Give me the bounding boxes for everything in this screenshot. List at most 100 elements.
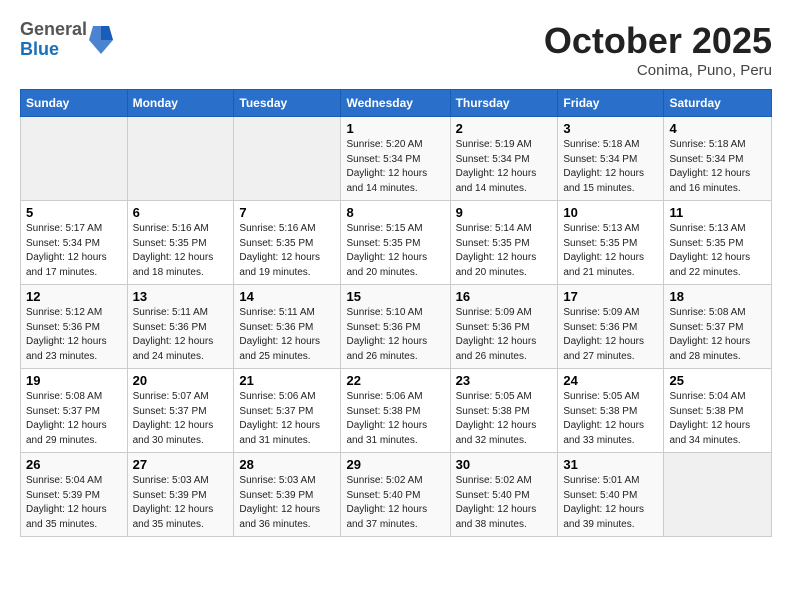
day-info: Sunrise: 5:16 AMSunset: 5:35 PMDaylight:… (239, 222, 335, 280)
day-info: Sunrise: 5:05 AMSunset: 5:38 PMDaylight:… (563, 390, 658, 448)
logo-text: General Blue (20, 20, 87, 60)
logo-general: General (20, 20, 87, 40)
calendar-cell: 6 Sunrise: 5:16 AMSunset: 5:35 PMDaylight… (127, 201, 234, 285)
day-info: Sunrise: 5:09 AMSunset: 5:36 PMDaylight:… (456, 306, 553, 364)
title-block: October 2025 Conima, Puno, Peru (544, 20, 772, 79)
calendar-cell: 10 Sunrise: 5:13 AMSunset: 5:35 PMDayligh… (558, 201, 664, 285)
day-info: Sunrise: 5:06 AMSunset: 5:37 PMDaylight:… (239, 390, 335, 448)
day-info: Sunrise: 5:06 AMSunset: 5:38 PMDaylight:… (346, 390, 444, 448)
calendar-week-3: 12Sunrise: 5:12 AMSunset: 5:36 PMDayligh… (21, 285, 772, 369)
day-number: 25 (669, 373, 766, 388)
day-info: Sunrise: 5:02 AMSunset: 5:40 PMDaylight:… (346, 474, 444, 532)
calendar-week-5: 26 Sunrise: 5:04 AMSunset: 5:39 PMDayligh… (21, 453, 772, 537)
day-info: Sunrise: 5:04 AMSunset: 5:39 PMDaylight:… (26, 474, 122, 532)
day-info: Sunrise: 5:11 AMSunset: 5:36 PMDaylight:… (239, 306, 335, 364)
day-number: 13 (133, 289, 229, 304)
day-number: 17 (563, 289, 658, 304)
col-thursday: Thursday (450, 90, 558, 117)
col-friday: Friday (558, 90, 664, 117)
calendar-week-1: 1Sunrise: 5:20 AMSunset: 5:34 PMDaylight… (21, 117, 772, 201)
day-info: Sunrise: 5:13 AMSunset: 5:35 PMDaylight:… (563, 222, 658, 280)
day-number: 10 (563, 205, 658, 220)
day-number: 16 (456, 289, 553, 304)
calendar-cell (234, 117, 341, 201)
calendar-cell: 4Sunrise: 5:18 AMSunset: 5:34 PMDaylight… (664, 117, 772, 201)
header-row: Sunday Monday Tuesday Wednesday Thursday… (21, 90, 772, 117)
day-info: Sunrise: 5:07 AMSunset: 5:37 PMDaylight:… (133, 390, 229, 448)
calendar-cell: 5 Sunrise: 5:17 AMSunset: 5:34 PMDaylight… (21, 201, 128, 285)
day-info: Sunrise: 5:04 AMSunset: 5:38 PMDaylight:… (669, 390, 766, 448)
day-info: Sunrise: 5:08 AMSunset: 5:37 PMDaylight:… (669, 306, 766, 364)
calendar-cell: 1Sunrise: 5:20 AMSunset: 5:34 PMDaylight… (341, 117, 450, 201)
day-info: Sunrise: 5:14 AMSunset: 5:35 PMDaylight:… (456, 222, 553, 280)
calendar-cell: 9 Sunrise: 5:14 AMSunset: 5:35 PMDaylight… (450, 201, 558, 285)
logo-blue: Blue (20, 40, 87, 60)
day-info: Sunrise: 5:19 AMSunset: 5:34 PMDaylight:… (456, 138, 553, 196)
calendar-cell: 12Sunrise: 5:12 AMSunset: 5:36 PMDayligh… (21, 285, 128, 369)
col-monday: Monday (127, 90, 234, 117)
day-number: 31 (563, 457, 658, 472)
calendar-cell: 20Sunrise: 5:07 AMSunset: 5:37 PMDayligh… (127, 369, 234, 453)
calendar-cell: 23Sunrise: 5:05 AMSunset: 5:38 PMDayligh… (450, 369, 558, 453)
calendar-body: 1Sunrise: 5:20 AMSunset: 5:34 PMDaylight… (21, 117, 772, 537)
calendar-cell: 22 Sunrise: 5:06 AMSunset: 5:38 PMDayligh… (341, 369, 450, 453)
calendar-cell: 30 Sunrise: 5:02 AMSunset: 5:40 PMDayligh… (450, 453, 558, 537)
col-saturday: Saturday (664, 90, 772, 117)
calendar-cell: 27 Sunrise: 5:03 AMSunset: 5:39 PMDayligh… (127, 453, 234, 537)
day-number: 4 (669, 121, 766, 136)
day-number: 7 (239, 205, 335, 220)
day-number: 21 (239, 373, 335, 388)
day-number: 6 (133, 205, 229, 220)
calendar-cell: 14 Sunrise: 5:11 AMSunset: 5:36 PMDayligh… (234, 285, 341, 369)
day-info: Sunrise: 5:03 AMSunset: 5:39 PMDaylight:… (239, 474, 335, 532)
day-number: 5 (26, 205, 122, 220)
day-number: 8 (346, 205, 444, 220)
day-number: 26 (26, 457, 122, 472)
calendar-cell: 29Sunrise: 5:02 AMSunset: 5:40 PMDayligh… (341, 453, 450, 537)
day-number: 3 (563, 121, 658, 136)
day-info: Sunrise: 5:16 AMSunset: 5:35 PMDaylight:… (133, 222, 229, 280)
calendar-cell: 28 Sunrise: 5:03 AMSunset: 5:39 PMDayligh… (234, 453, 341, 537)
day-info: Sunrise: 5:02 AMSunset: 5:40 PMDaylight:… (456, 474, 553, 532)
calendar-week-4: 19Sunrise: 5:08 AMSunset: 5:37 PMDayligh… (21, 369, 772, 453)
day-info: Sunrise: 5:03 AMSunset: 5:39 PMDaylight:… (133, 474, 229, 532)
calendar-cell: 3 Sunrise: 5:18 AMSunset: 5:34 PMDaylight… (558, 117, 664, 201)
calendar-cell: 2 Sunrise: 5:19 AMSunset: 5:34 PMDaylight… (450, 117, 558, 201)
day-info: Sunrise: 5:13 AMSunset: 5:35 PMDaylight:… (669, 222, 766, 280)
calendar-cell: 11 Sunrise: 5:13 AMSunset: 5:35 PMDayligh… (664, 201, 772, 285)
day-number: 28 (239, 457, 335, 472)
day-number: 14 (239, 289, 335, 304)
day-info: Sunrise: 5:10 AMSunset: 5:36 PMDaylight:… (346, 306, 444, 364)
day-number: 2 (456, 121, 553, 136)
day-number: 9 (456, 205, 553, 220)
location: Conima, Puno, Peru (544, 62, 772, 79)
calendar-table: Sunday Monday Tuesday Wednesday Thursday… (20, 89, 772, 537)
calendar-week-2: 5 Sunrise: 5:17 AMSunset: 5:34 PMDaylight… (21, 201, 772, 285)
calendar-cell: 31Sunrise: 5:01 AMSunset: 5:40 PMDayligh… (558, 453, 664, 537)
calendar-header: Sunday Monday Tuesday Wednesday Thursday… (21, 90, 772, 117)
calendar-cell: 26 Sunrise: 5:04 AMSunset: 5:39 PMDayligh… (21, 453, 128, 537)
day-info: Sunrise: 5:05 AMSunset: 5:38 PMDaylight:… (456, 390, 553, 448)
calendar-cell: 15 Sunrise: 5:10 AMSunset: 5:36 PMDayligh… (341, 285, 450, 369)
day-number: 24 (563, 373, 658, 388)
day-number: 22 (346, 373, 444, 388)
page-header: General Blue October 2025 Conima, Puno, … (20, 20, 772, 79)
day-number: 11 (669, 205, 766, 220)
month-title: October 2025 (544, 20, 772, 62)
day-info: Sunrise: 5:18 AMSunset: 5:34 PMDaylight:… (563, 138, 658, 196)
day-info: Sunrise: 5:12 AMSunset: 5:36 PMDaylight:… (26, 306, 122, 364)
day-number: 19 (26, 373, 122, 388)
calendar-cell (127, 117, 234, 201)
day-info: Sunrise: 5:17 AMSunset: 5:34 PMDaylight:… (26, 222, 122, 280)
day-number: 27 (133, 457, 229, 472)
calendar-cell (21, 117, 128, 201)
day-number: 15 (346, 289, 444, 304)
calendar-cell: 7 Sunrise: 5:16 AMSunset: 5:35 PMDaylight… (234, 201, 341, 285)
logo: General Blue (20, 20, 115, 60)
col-tuesday: Tuesday (234, 90, 341, 117)
day-info: Sunrise: 5:11 AMSunset: 5:36 PMDaylight:… (133, 306, 229, 364)
calendar-cell: 24 Sunrise: 5:05 AMSunset: 5:38 PMDayligh… (558, 369, 664, 453)
day-number: 30 (456, 457, 553, 472)
day-number: 18 (669, 289, 766, 304)
calendar-cell: 8Sunrise: 5:15 AMSunset: 5:35 PMDaylight… (341, 201, 450, 285)
